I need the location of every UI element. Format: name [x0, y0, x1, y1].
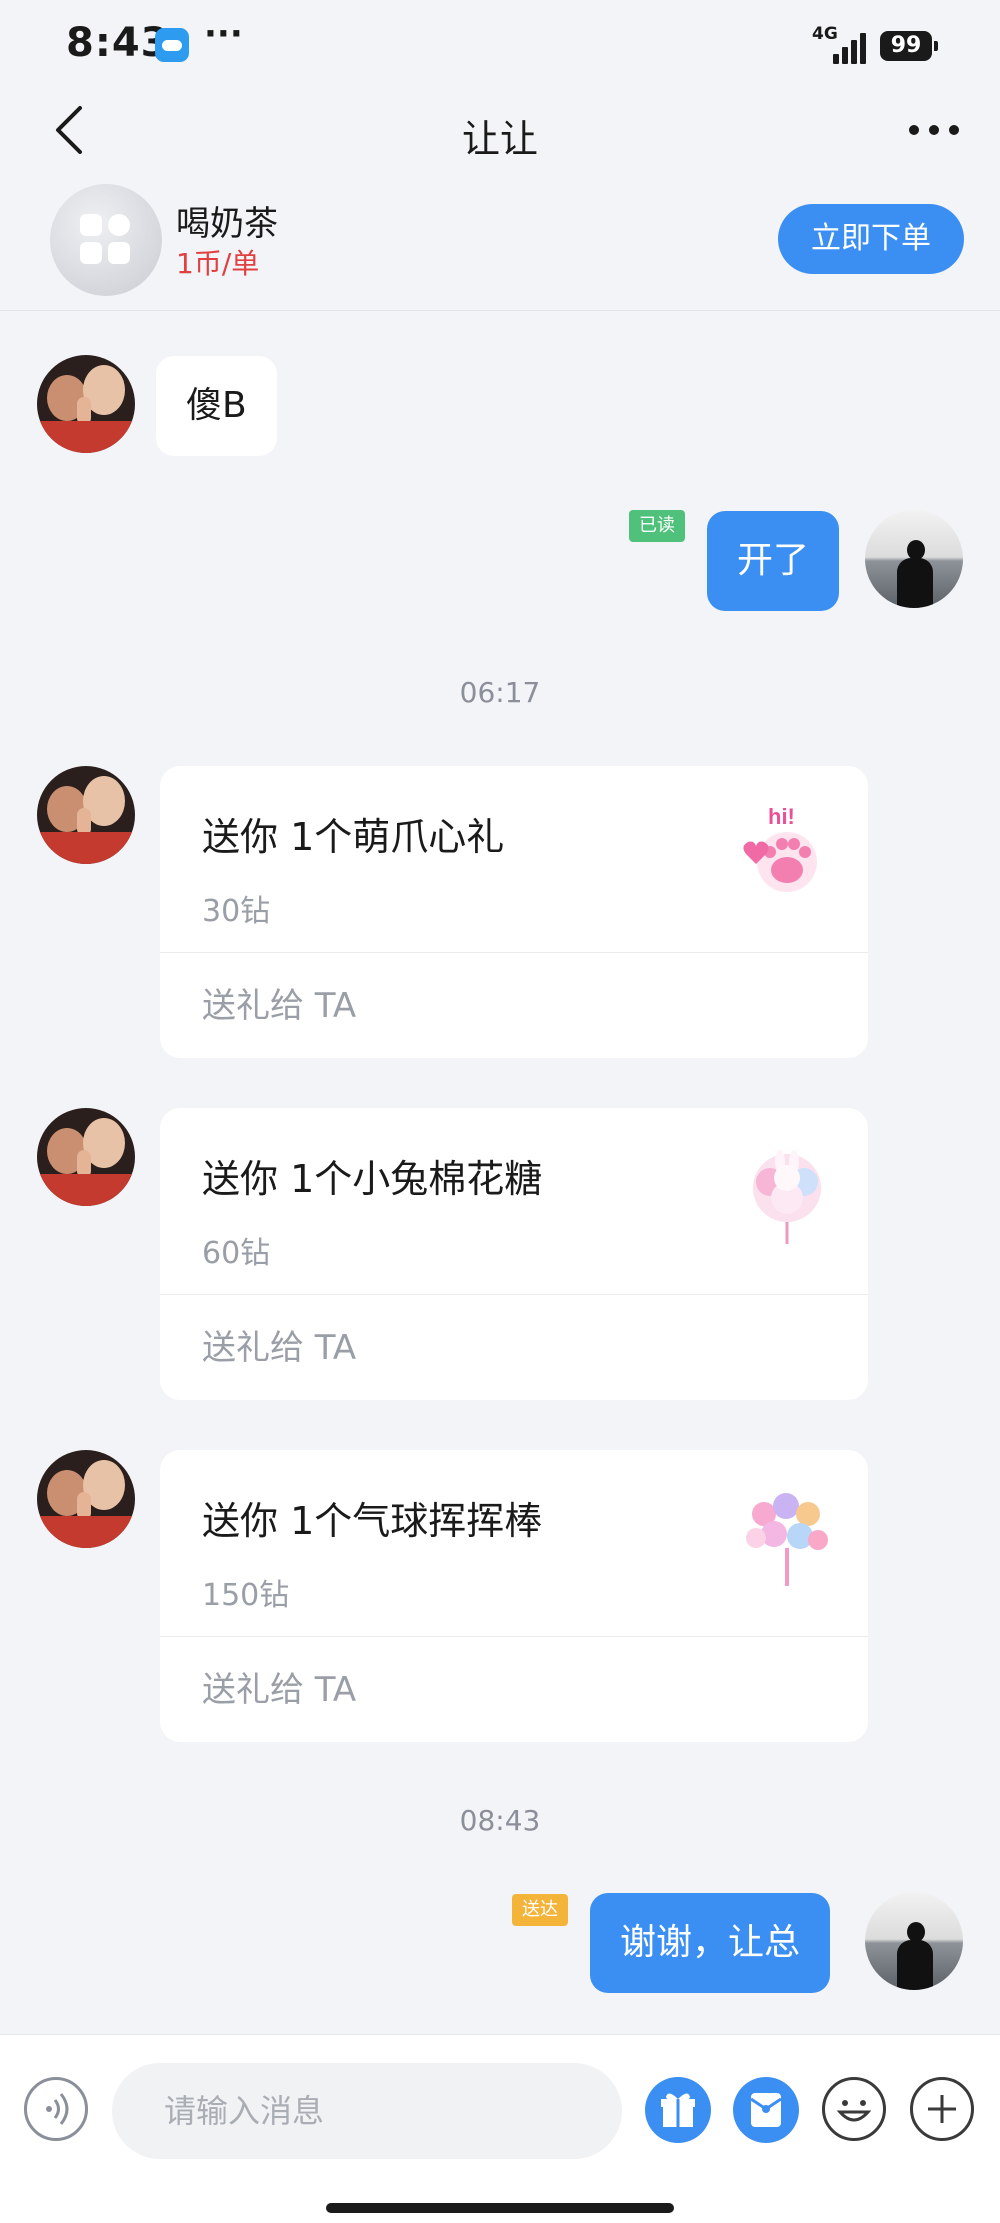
home-indicator[interactable] — [326, 2203, 674, 2213]
add-more-icon[interactable] — [910, 2077, 974, 2141]
send-gift-link[interactable]: 送礼给 TA — [202, 1320, 356, 1369]
gift-title: 送你 1个小兔棉花糖 — [202, 1157, 543, 1201]
gift-card[interactable]: 送你 1个小兔棉花糖 60钻 送礼给 TA — [160, 1108, 868, 1400]
send-gift-link[interactable]: 送礼给 TA — [202, 978, 356, 1027]
emoji-icon[interactable] — [822, 2077, 886, 2141]
message-timestamp: 06:17 — [459, 676, 541, 709]
contact-avatar[interactable] — [37, 1108, 135, 1206]
my-avatar[interactable] — [865, 510, 963, 608]
order-now-button[interactable]: 立即下单 — [778, 204, 964, 274]
contact-avatar[interactable] — [37, 1450, 135, 1548]
message-bubble-outgoing[interactable]: 谢谢，让总 — [590, 1893, 831, 1993]
signal-strength-icon — [833, 30, 867, 64]
divider — [160, 1294, 868, 1295]
red-packet-icon[interactable] — [733, 2077, 799, 2143]
service-price: 1币/单 — [176, 247, 260, 280]
read-status-badge: 已读 — [629, 510, 685, 542]
contact-avatar[interactable] — [37, 355, 135, 453]
voice-input-icon[interactable] — [24, 2077, 88, 2141]
message-timestamp: 08:43 — [459, 1804, 541, 1837]
status-bar: 8:43 ··· 4G 99 — [0, 0, 1000, 88]
nav-bar: 让让 — [0, 80, 1000, 180]
message-bubble-outgoing[interactable]: 开了 — [707, 511, 840, 611]
gift-card[interactable]: 送你 1个气球挥挥棒 150钻 送礼给 TA — [160, 1450, 868, 1742]
gift-title: 送你 1个气球挥挥棒 — [202, 1499, 543, 1543]
balloon-wand-gift-icon — [746, 1493, 828, 1586]
gift-card[interactable]: 送你 1个萌爪心礼 30钻 hi! 送礼给 TA — [160, 766, 868, 1058]
my-avatar[interactable] — [865, 1892, 963, 1990]
gift-cost: 60钻 — [202, 1236, 271, 1271]
cloud-app-icon — [155, 28, 189, 62]
paw-heart-gift-icon: hi! — [743, 804, 817, 892]
service-name: 喝奶茶 — [176, 204, 278, 244]
message-input-bar — [0, 2034, 1000, 2223]
status-more-dots: ··· — [204, 14, 243, 54]
svg-text:hi!: hi! — [768, 804, 795, 829]
gift-icon[interactable] — [645, 2077, 711, 2143]
gift-title: 送你 1个萌爪心礼 — [202, 815, 505, 859]
service-grid-icon — [50, 184, 162, 296]
message-bubble-incoming[interactable]: 傻B — [156, 356, 277, 456]
bunny-cotton-candy-gift-icon — [753, 1150, 821, 1244]
divider — [160, 1636, 868, 1637]
status-time: 8:43 — [66, 20, 170, 66]
divider — [160, 952, 868, 953]
contact-avatar[interactable] — [37, 766, 135, 864]
gift-cost: 30钻 — [202, 894, 271, 929]
more-options-icon[interactable] — [906, 110, 962, 150]
chat-title: 让让 — [461, 117, 538, 161]
service-order-bar: 喝奶茶 1币/单 立即下单 — [0, 176, 1000, 311]
message-input[interactable] — [112, 2063, 622, 2159]
battery-icon: 99 — [880, 31, 938, 61]
delivered-status-badge: 送达 — [512, 1894, 568, 1926]
gift-cost: 150钻 — [202, 1578, 290, 1613]
send-gift-link[interactable]: 送礼给 TA — [202, 1662, 356, 1711]
